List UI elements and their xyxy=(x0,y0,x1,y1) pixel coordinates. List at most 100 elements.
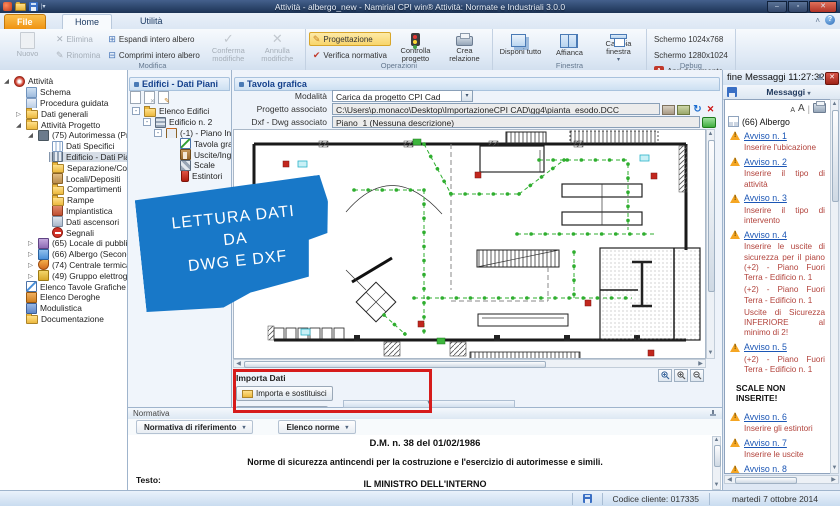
export-icon[interactable] xyxy=(662,105,675,115)
tree-item[interactable]: Segnali xyxy=(0,227,127,238)
expander-icon[interactable]: ▷ xyxy=(26,261,35,269)
normativa-document[interactable]: D.M. n. 38 del 01/02/1986 Norme di sicur… xyxy=(128,435,722,490)
messages-horizontal-scrollbar[interactable]: ◀ ▶ xyxy=(724,475,839,484)
tree-item[interactable]: ◢ Attività Progetto xyxy=(0,119,127,130)
espandi-albero-button[interactable]: ⊞ Espandi intero albero xyxy=(104,32,203,46)
avviso-link[interactable]: Avviso n. 4 xyxy=(744,230,787,240)
avviso-link[interactable]: Avviso n. 7 xyxy=(744,438,787,448)
zoom-out-icon[interactable] xyxy=(690,369,704,382)
scroll-left-icon[interactable]: ◀ xyxy=(726,477,733,484)
new-page-icon[interactable] xyxy=(130,91,141,104)
scrollbar-thumb[interactable] xyxy=(735,477,797,484)
zoom-in-icon[interactable] xyxy=(674,369,688,382)
verifica-normativa-button[interactable]: ✔ Verifica normativa xyxy=(309,48,391,62)
scroll-up-icon[interactable]: ▲ xyxy=(707,131,714,138)
avviso-link[interactable]: Avviso n. 1 xyxy=(744,131,787,141)
comprimi-albero-button[interactable]: ⊟ Comprimi intero albero xyxy=(104,48,203,62)
tree-item[interactable]: ◢ (75) Autorimessa (Principale) xyxy=(0,130,127,141)
scroll-right-icon[interactable]: ▶ xyxy=(830,477,837,484)
expander-box-icon[interactable]: - xyxy=(132,107,140,115)
scrollbar-thumb[interactable] xyxy=(714,445,721,467)
delete-page-icon[interactable] xyxy=(144,91,155,104)
expander-icon[interactable]: ▷ xyxy=(26,239,35,247)
tree-item[interactable]: Edificio - Dati Piani xyxy=(0,152,127,163)
avviso-link[interactable]: Avviso n. 5 xyxy=(744,342,787,352)
modalita-dropdown-icon[interactable]: ▾ xyxy=(462,90,473,102)
nuovo-button[interactable]: Nuovo xyxy=(3,31,52,64)
avviso-link[interactable]: Avviso n. 6 xyxy=(744,412,787,422)
scrollbar-thumb[interactable] xyxy=(244,361,546,368)
canvas-vertical-scrollbar[interactable]: ▲ ▼ xyxy=(706,129,715,359)
elimina-button[interactable]: ✕ Elimina xyxy=(52,32,104,46)
expander-icon[interactable]: ◢ xyxy=(14,121,23,129)
pin-icon[interactable] xyxy=(709,410,716,417)
disponi-tutto-button[interactable]: Disponi tutto xyxy=(496,31,545,64)
avviso-link[interactable]: Avviso n. 8 xyxy=(744,464,787,473)
import-icon[interactable] xyxy=(677,105,690,115)
progetto-field[interactable]: C:\Users\p.monaco\Desktop\ImportazioneCP… xyxy=(332,103,660,115)
tree-item[interactable]: Uscite/Ingressi xyxy=(130,149,231,160)
open-icon[interactable] xyxy=(15,3,26,11)
progettazione-button[interactable]: ✎ Progettazione xyxy=(309,32,391,46)
tree-item[interactable]: Dati Specifici xyxy=(0,141,127,152)
quick-access-dropdown-icon[interactable]: |▾ xyxy=(41,4,46,10)
font-increase-icon[interactable]: A xyxy=(798,103,805,114)
tree-item[interactable]: Modulistica xyxy=(0,303,127,314)
font-decrease-icon[interactable]: A xyxy=(790,107,795,114)
tree-item[interactable]: Impiantistica xyxy=(0,206,127,217)
dxf-field[interactable]: Piano_1 (Nessuna descrizione) xyxy=(332,116,700,128)
avviso-link[interactable]: Avviso n. 2 xyxy=(744,157,787,167)
maximize-button[interactable]: ▫ xyxy=(788,1,808,13)
tree-item[interactable]: ▷ Dati generali xyxy=(0,108,127,119)
expander-icon[interactable]: ◢ xyxy=(2,77,11,85)
save-messages-icon[interactable] xyxy=(727,87,737,97)
tree-item[interactable]: Schema xyxy=(0,87,127,98)
modalita-select[interactable]: Carica da progetto CPI Cad xyxy=(332,90,462,102)
tree-item[interactable]: - Edificio n. 2 xyxy=(130,117,231,128)
remove-icon[interactable]: ✕ xyxy=(705,104,716,115)
controlla-progetto-button[interactable]: Controlla progetto xyxy=(391,31,440,64)
tree-item[interactable]: Separazione/Comunicazione xyxy=(0,162,127,173)
elenco-norme-button[interactable]: Elenco norme ▾ xyxy=(278,420,356,434)
collapse-splitter[interactable]: ▼ xyxy=(343,400,515,408)
tree-item[interactable]: Locali/Depositi xyxy=(0,173,127,184)
rinomina-button[interactable]: ✎ Rinomina xyxy=(52,48,104,62)
tab-home[interactable]: Home xyxy=(62,14,112,30)
tree-item[interactable]: ▷ (49) Gruppo elettrogeno (Secondaria) xyxy=(0,270,127,281)
tree-item[interactable]: Elenco Tavole Grafiche xyxy=(0,281,127,292)
canvas-horizontal-scrollbar[interactable]: ◀ ▶ xyxy=(233,359,706,368)
messages-vertical-scrollbar[interactable]: ▲ ▼ xyxy=(830,99,839,474)
expander-icon[interactable]: ◢ xyxy=(26,131,35,139)
tree-item[interactable]: ◢ Attività xyxy=(0,76,127,87)
schermo-1024-button[interactable]: Schermo 1024x768 xyxy=(650,32,732,46)
tree-item[interactable]: Dati ascensori xyxy=(0,216,127,227)
scrollbar-thumb[interactable] xyxy=(708,140,715,292)
scroll-down-icon[interactable]: ▼ xyxy=(713,482,720,489)
tree-item[interactable]: Elenco Deroghe xyxy=(0,292,127,303)
messages-close-icon[interactable]: ✕ xyxy=(825,72,839,85)
pin-icon[interactable] xyxy=(816,74,823,81)
print-icon[interactable] xyxy=(813,103,826,113)
tree-item[interactable]: ▷ (66) Albergo (Secondaria) xyxy=(0,249,127,260)
avviso-link[interactable]: Avviso n. 3 xyxy=(744,193,787,203)
minimize-button[interactable]: – xyxy=(767,1,787,13)
normativa-riferimento-button[interactable]: Normativa di riferimento ▾ xyxy=(136,420,253,434)
scroll-up-icon[interactable]: ▲ xyxy=(831,101,838,108)
tree-item[interactable]: Rampe xyxy=(0,195,127,206)
tree-item[interactable]: ▷ (74) Centrale termica (Secondaria) xyxy=(0,260,127,271)
affianca-button[interactable]: Affianca xyxy=(545,31,594,64)
zoom-window-icon[interactable] xyxy=(658,369,672,382)
refresh-icon[interactable]: ↻ xyxy=(692,104,703,115)
scrollbar-thumb[interactable] xyxy=(832,110,839,202)
tree-item[interactable]: - (-1) - Piano Interrato xyxy=(130,128,231,139)
messages-dropdown[interactable]: Messaggi ▾ xyxy=(737,87,840,97)
scroll-left-icon[interactable]: ◀ xyxy=(235,361,242,368)
scroll-down-icon[interactable]: ▼ xyxy=(831,465,838,472)
tree-item[interactable]: - Elenco Edifici xyxy=(130,106,231,117)
tree-item[interactable]: Tavola grafica xyxy=(130,138,231,149)
app-icon[interactable] xyxy=(3,2,12,11)
expander-icon[interactable]: ▷ xyxy=(26,250,35,258)
document-vertical-scrollbar[interactable]: ▲ ▼ xyxy=(712,436,721,490)
tab-file[interactable]: File xyxy=(4,14,46,30)
schermo-1280-button[interactable]: Schermo 1280x1024 xyxy=(650,48,732,62)
